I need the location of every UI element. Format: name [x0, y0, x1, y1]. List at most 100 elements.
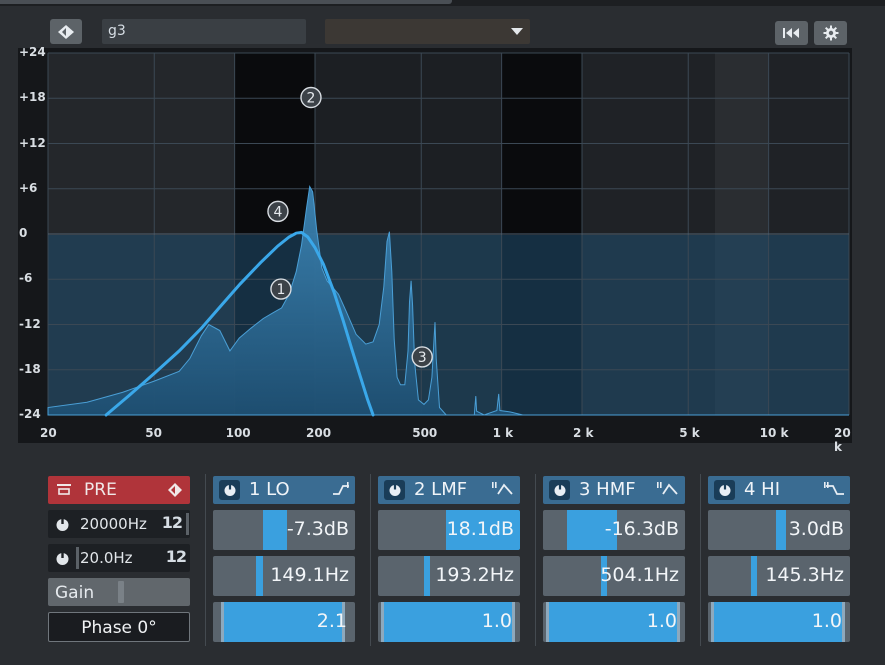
band-3-label: 3 HMF: [579, 479, 636, 500]
x-tick-label: 20 k: [834, 426, 851, 454]
band-3-frequency-value[interactable]: 504.1Hz: [600, 564, 679, 586]
highcut-slider[interactable]: [186, 513, 189, 535]
y-tick-label: +12: [19, 135, 46, 150]
low-shelf-icon[interactable]: [331, 480, 351, 498]
y-tick-label: -6: [19, 271, 33, 286]
band-handle-2[interactable]: 2: [300, 86, 322, 109]
section-divider: [700, 474, 701, 646]
power-icon[interactable]: [55, 551, 70, 566]
band-handle-3[interactable]: 3: [411, 346, 433, 368]
highcut-frequency[interactable]: 20000Hz: [80, 515, 147, 533]
band-1-frequency[interactable]: 149.1Hz: [213, 556, 355, 596]
handle-number: 3: [418, 350, 427, 366]
gain-fill: [263, 510, 287, 550]
band-4-header[interactable]: 4 HI: [708, 476, 850, 504]
bypass-button[interactable]: [50, 19, 82, 44]
highcut-filter[interactable]: 20000Hz 12: [48, 510, 190, 538]
handle-number: 4: [273, 204, 282, 220]
band-2-gain[interactable]: 18.1dB: [378, 510, 520, 550]
y-tick-label: -18: [19, 361, 41, 376]
band-1-q-value[interactable]: 2.1: [317, 610, 347, 632]
band-3-gain-value[interactable]: -16.3dB: [605, 518, 679, 540]
band-4-label: 4 HI: [744, 479, 781, 500]
lowcut-slider[interactable]: [76, 547, 79, 569]
skip-back-icon: [782, 28, 799, 38]
q-edge: [512, 602, 515, 642]
band-3-q[interactable]: 1.0: [543, 602, 685, 642]
diamond-icon: [168, 483, 182, 497]
compare-arrows-icon: [58, 24, 74, 39]
x-tick-label: 100: [225, 426, 251, 440]
band-2-frequency-value[interactable]: 193.2Hz: [435, 564, 514, 586]
band-1-gain-value[interactable]: -7.3dB: [287, 518, 349, 540]
band-2-q[interactable]: 1.0: [378, 602, 520, 642]
high-shelf-icon[interactable]: [822, 480, 846, 498]
freq-fill: [424, 556, 430, 596]
lowcut-frequency[interactable]: 20.0Hz: [80, 549, 133, 567]
x-tick-label: 10 k: [759, 426, 789, 440]
preset-name-field[interactable]: g3: [102, 19, 306, 44]
peak-filter-icon[interactable]: [490, 480, 516, 498]
band-2-q-value[interactable]: 1.0: [482, 610, 512, 632]
band-3-gain[interactable]: -16.3dB: [543, 510, 685, 550]
band-2-header[interactable]: 2 LMF: [378, 476, 520, 504]
plugin-header: g3: [0, 6, 885, 48]
power-icon[interactable]: [55, 517, 70, 532]
pre-filter-button[interactable]: PRE: [48, 476, 190, 504]
band-1-frequency-value[interactable]: 149.1Hz: [270, 564, 349, 586]
section-divider: [370, 474, 371, 646]
eq-graph[interactable]: 1 2 3 4: [18, 48, 852, 443]
phase-button[interactable]: Phase 0°: [48, 612, 190, 642]
section-divider: [535, 474, 536, 646]
y-tick-label: +18: [19, 90, 46, 105]
band-1-gain[interactable]: -7.3dB: [213, 510, 355, 550]
band-1-header[interactable]: 1 LO: [213, 476, 355, 504]
y-tick-label: -24: [19, 407, 41, 421]
settings-button[interactable]: [814, 21, 847, 45]
band-2-label: 2 LMF: [414, 479, 468, 500]
band-1-label: 1 LO: [249, 479, 290, 500]
reset-button[interactable]: [775, 21, 808, 45]
band-2-frequency[interactable]: 193.2Hz: [378, 556, 520, 596]
band-1-power-button[interactable]: [219, 480, 240, 500]
chevron-down-icon: [511, 28, 523, 35]
band-3-frequency[interactable]: 504.1Hz: [543, 556, 685, 596]
y-tick-label: +6: [19, 180, 38, 195]
peak-filter-icon[interactable]: [655, 480, 681, 498]
band-4-q[interactable]: 1.0: [708, 602, 850, 642]
y-tick-label: -12: [19, 316, 41, 331]
band-4-q-value[interactable]: 1.0: [812, 610, 842, 632]
band-3-q-value[interactable]: 1.0: [647, 610, 677, 632]
pre-gain-slider[interactable]: Gain: [48, 578, 190, 606]
band-4-gain-value[interactable]: 3.0dB: [789, 518, 844, 540]
eq-display[interactable]: 1 2 3 4 +24 +18 +12 +6 0 -6 -12 -18 -24 20 50 100 200 5…: [18, 45, 852, 454]
band-handle-1[interactable]: 1: [270, 278, 292, 300]
q-edge: [842, 602, 845, 642]
power-icon: [389, 483, 400, 496]
gain-slider-handle[interactable]: [118, 581, 124, 603]
x-tick-label: 200: [306, 426, 332, 440]
lowcut-slope[interactable]: 12: [166, 547, 187, 566]
band-3-header[interactable]: 3 HMF: [543, 476, 685, 504]
highcut-slope[interactable]: 12: [162, 513, 183, 532]
band-4-gain[interactable]: 3.0dB: [708, 510, 850, 550]
y-tick-label: +24: [19, 45, 46, 59]
gain-fill: [776, 510, 786, 550]
band-4-frequency-value[interactable]: 145.3Hz: [765, 564, 844, 586]
band-2-power-button[interactable]: [384, 480, 405, 500]
preset-dropdown[interactable]: [325, 19, 530, 44]
lowcut-filter[interactable]: 20.0Hz 12: [48, 544, 190, 572]
band-handle-4[interactable]: 4: [267, 200, 289, 223]
x-tick-label: 500: [412, 426, 438, 440]
x-tick-label: 1 k: [492, 426, 514, 440]
power-icon: [224, 483, 235, 496]
power-icon: [554, 483, 565, 496]
band-2-gain-value[interactable]: 18.1dB: [447, 518, 514, 540]
band-4-frequency[interactable]: 145.3Hz: [708, 556, 850, 596]
x-tick-label: 2 k: [573, 426, 594, 440]
x-tick-label: 50: [145, 426, 162, 440]
band-3-power-button[interactable]: [549, 480, 570, 500]
band-4-power-button[interactable]: [714, 480, 735, 500]
band-1-q[interactable]: 2.1: [213, 602, 355, 642]
q-edge: [677, 602, 680, 642]
